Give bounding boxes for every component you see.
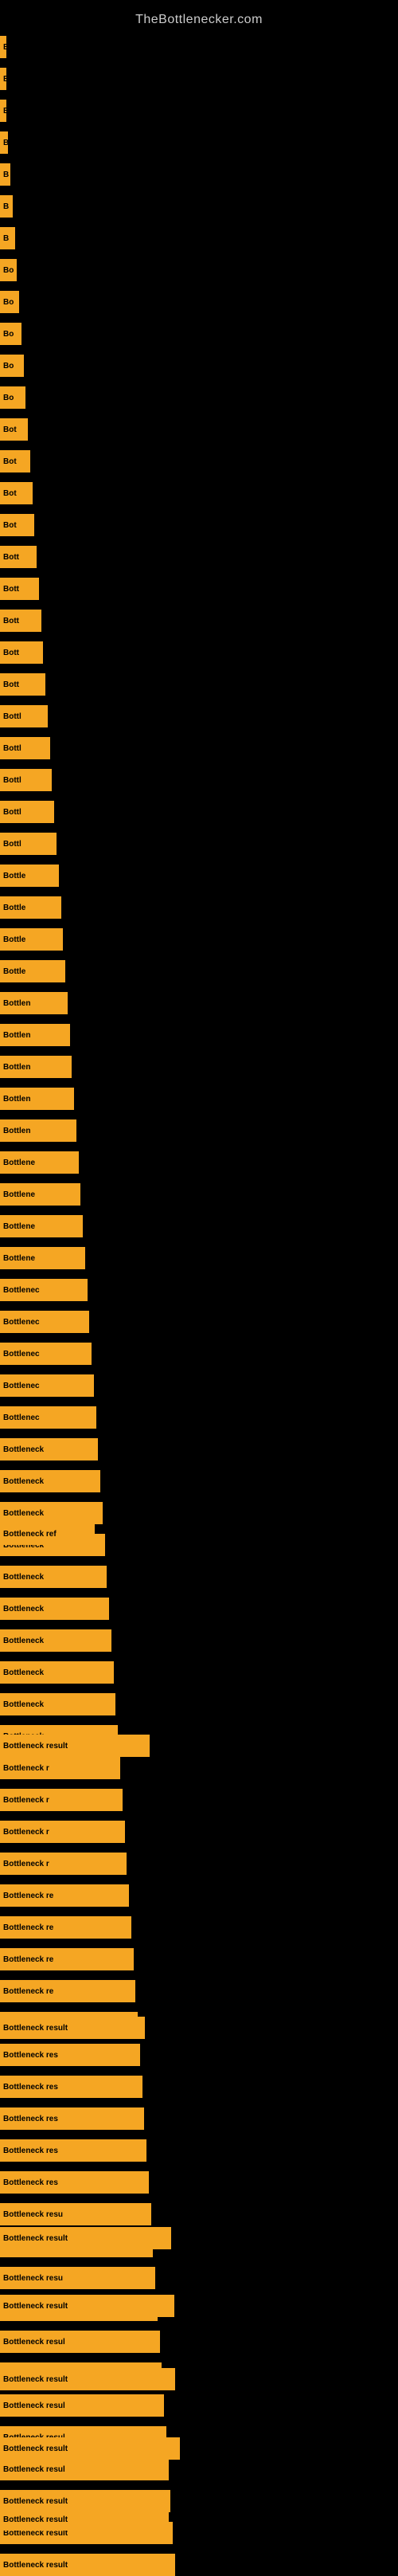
bar-row: Bottlen <box>0 1024 70 1046</box>
bar-row: Bottleneck res <box>0 2076 142 2098</box>
bar-row: Bottleneck <box>0 1661 114 1684</box>
bar-row: Bottlenec <box>0 1374 94 1397</box>
bar-row: Bottleneck re <box>0 1980 135 2002</box>
bar-row: Bott <box>0 578 39 600</box>
bar-row: Bottle <box>0 896 61 919</box>
bar-row: Bo <box>0 259 17 281</box>
bar-detected: Bottleneck result <box>0 2437 180 2460</box>
bar-row: Bottleneck <box>0 1502 103 1524</box>
bar-row: Bott <box>0 673 45 696</box>
bar-row: Bottl <box>0 801 54 823</box>
bar-row: Bottleneck r <box>0 1757 120 1779</box>
bar-row: Bottlene <box>0 1247 85 1269</box>
bar-row: Bottleneck re <box>0 1948 134 1970</box>
bar-row: B <box>0 36 6 58</box>
bar-row: Bottleneck res <box>0 2139 146 2162</box>
bar-row: Bottleneck re <box>0 1884 129 1907</box>
bar-detected: Bottleneck result <box>0 2295 174 2317</box>
bar-row: Bottlene <box>0 1151 79 1174</box>
bar-row: Bott <box>0 546 37 568</box>
bar-row: Bot <box>0 418 28 441</box>
bar-row: Bottle <box>0 865 59 887</box>
bar-detected: Bottleneck result <box>0 1735 150 1757</box>
bar-row: Bottleneck resul <box>0 2458 169 2480</box>
bar-row: Bot <box>0 514 34 536</box>
bar-row: Bottleneck res <box>0 2107 144 2130</box>
bar-row: Bottleneck <box>0 1566 107 1588</box>
bar-row: B <box>0 68 6 90</box>
bar-row: B <box>0 163 10 186</box>
bar-row: Bottlene <box>0 1183 80 1206</box>
bar-row: Bottlenec <box>0 1279 88 1301</box>
bar-row: B <box>0 100 6 122</box>
bar-row: Bottlene <box>0 1215 83 1237</box>
bar-row: Bo <box>0 323 21 345</box>
bar-row: Bottlenec <box>0 1406 96 1429</box>
bar-row: Bottleneck re <box>0 1916 131 1939</box>
bar-row: Bottl <box>0 737 50 759</box>
bar-detected: Bottleneck result <box>0 2017 145 2039</box>
bar-row: Bottleneck r <box>0 1853 127 1875</box>
bar-row: Bottlen <box>0 1119 76 1142</box>
bar-row: Bottleneck resu <box>0 2267 155 2289</box>
bar-detected: Bottleneck result <box>0 2508 169 2531</box>
bar-row: Bo <box>0 291 19 313</box>
bar-row: Bottleneck resul <box>0 2394 164 2417</box>
bar-row: Bottleneck <box>0 1693 115 1715</box>
bar-row: Bottlenec <box>0 1311 89 1333</box>
bar-row: Bottleneck <box>0 1470 100 1492</box>
bar-row: Bottl <box>0 705 48 727</box>
bar-row: Bot <box>0 450 30 472</box>
bar-row: Bot <box>0 482 33 504</box>
bar-row: Bottleneck <box>0 1598 109 1620</box>
bar-row: Bottle <box>0 928 63 951</box>
bar-row: Bo <box>0 386 25 409</box>
bar-row: B <box>0 195 13 218</box>
bar-row: B <box>0 131 8 154</box>
bar-row: Bottle <box>0 960 65 982</box>
bar-row: Bo <box>0 355 24 377</box>
bar-row: Bottlen <box>0 992 68 1014</box>
bar-row: Bottleneck res <box>0 2044 140 2066</box>
bar-row: Bottleneck r <box>0 1821 125 1843</box>
bar-row: Bottleneck res <box>0 2171 149 2194</box>
bar-row: Bottleneck r <box>0 1789 123 1811</box>
bar-row: Bott <box>0 610 41 632</box>
bar-row: Bottleneck <box>0 1438 98 1461</box>
bar-row: Bottl <box>0 769 52 791</box>
bar-row: Bottlen <box>0 1088 74 1110</box>
bar-detected: Bottleneck result <box>0 2227 171 2249</box>
bar-row: Bottlenec <box>0 1343 92 1365</box>
bar-row: Bottleneck resu <box>0 2203 151 2225</box>
bar-row: B <box>0 227 15 249</box>
bar-row: Bottleneck resul <box>0 2331 160 2353</box>
bar-row: Bottleneck <box>0 1629 111 1652</box>
bar-row: Bottleneck result <box>0 2554 175 2576</box>
bar-detected: Bottleneck ref <box>0 1523 95 1545</box>
bar-detected: Bottleneck result <box>0 2368 175 2390</box>
bar-row: Bottlen <box>0 1056 72 1078</box>
site-title: TheBottlenecker.com <box>0 4 398 33</box>
bar-row: Bott <box>0 641 43 664</box>
bar-row: Bottl <box>0 833 57 855</box>
